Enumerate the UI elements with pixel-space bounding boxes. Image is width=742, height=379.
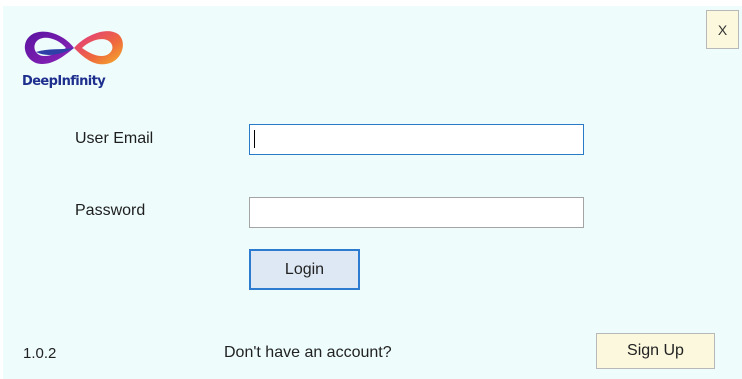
infinity-logo-icon [24, 31, 123, 65]
signup-prompt: Don't have an account? [224, 344, 392, 361]
email-field[interactable] [249, 124, 584, 155]
password-field[interactable] [249, 197, 584, 228]
password-label: Password [75, 202, 146, 219]
login-button[interactable]: Login [249, 249, 360, 290]
text-cursor [254, 130, 255, 148]
brand-logo: DeepInfinity [22, 22, 126, 92]
close-button[interactable]: X [706, 10, 739, 49]
login-window: DeepInfinity X User Email Password Login… [0, 0, 742, 379]
version-label: 1.0.2 [23, 345, 57, 362]
email-label: User Email [75, 130, 154, 147]
brand-name: DeepInfinity [22, 74, 106, 89]
sign-up-button[interactable]: Sign Up [596, 333, 715, 369]
